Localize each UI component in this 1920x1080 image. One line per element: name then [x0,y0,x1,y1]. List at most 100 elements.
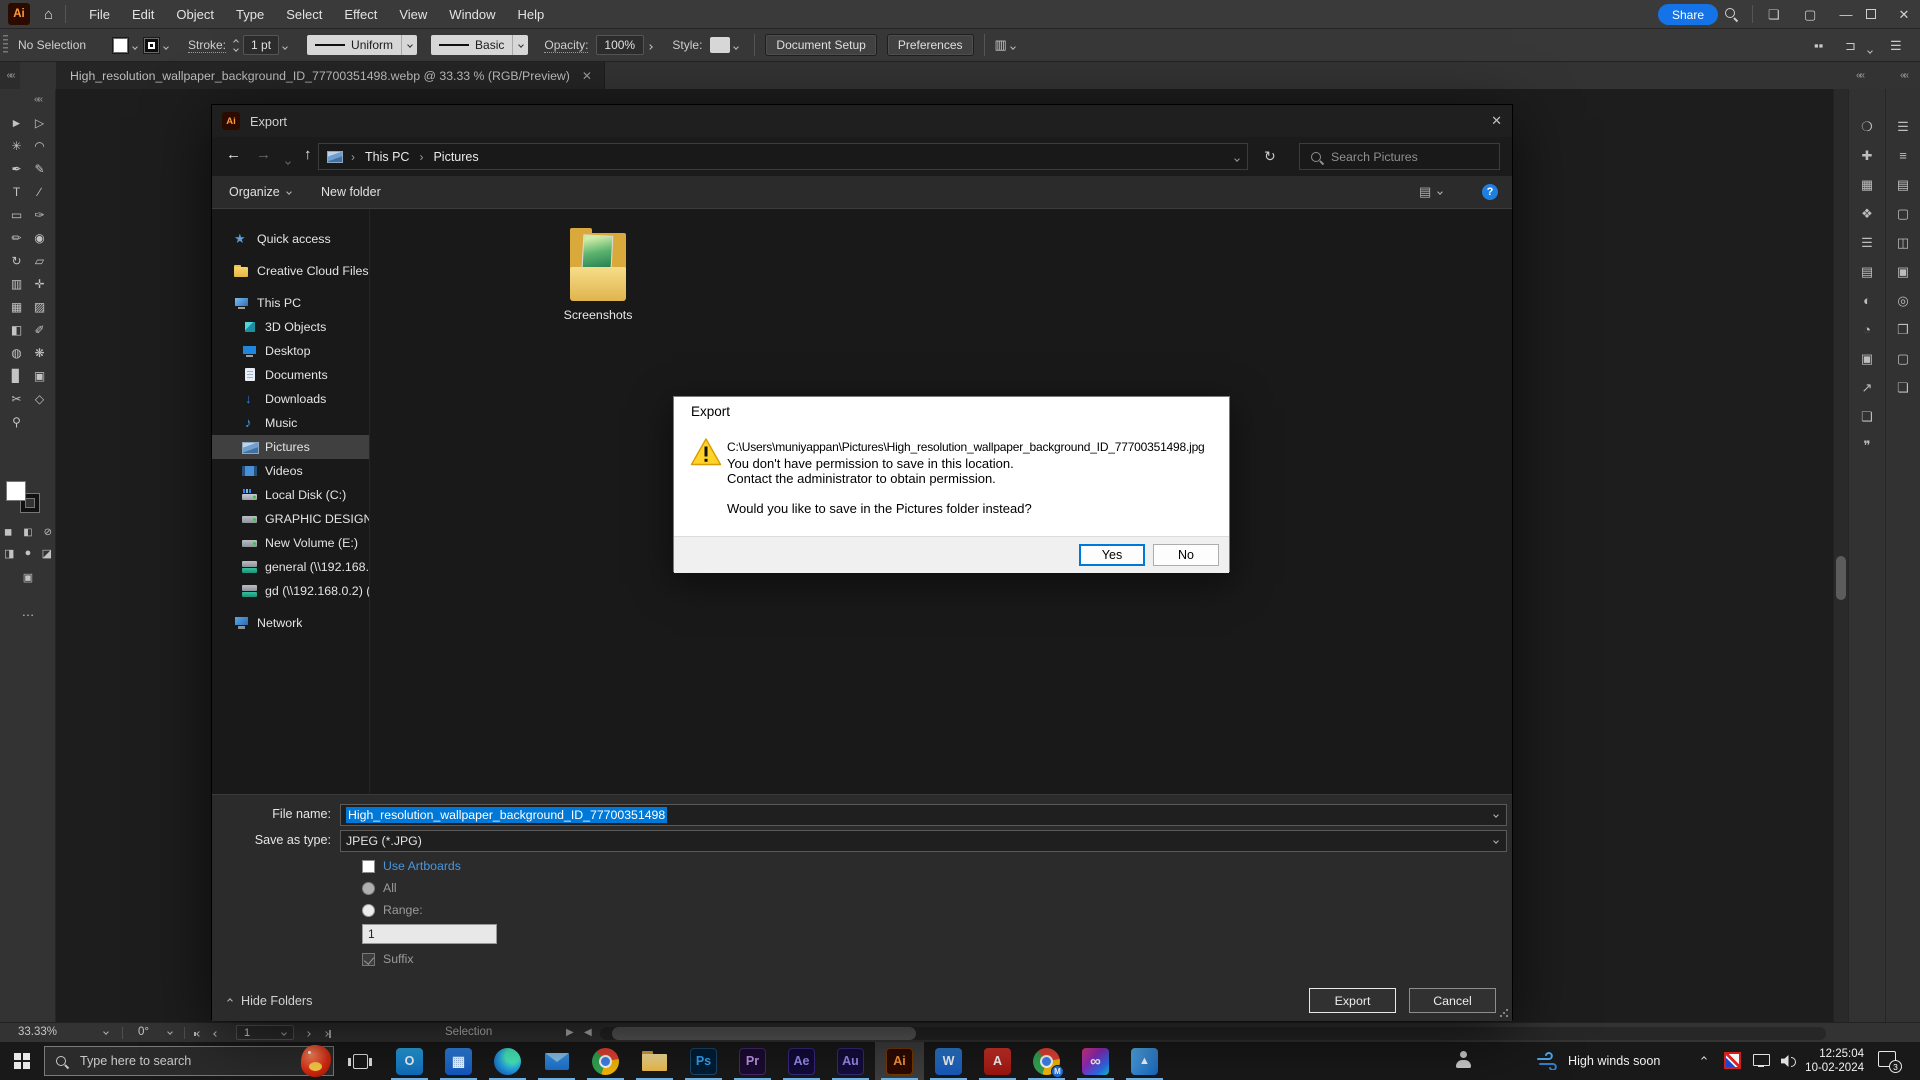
scrollbar-thumb[interactable] [612,1027,916,1040]
collapse-tabs-icon[interactable]: «« [0,62,20,89]
taskbar-word[interactable]: W [924,1042,973,1080]
resize-grip[interactable] [1499,1008,1509,1018]
taskbar-gmail[interactable]: M [1022,1042,1071,1080]
start-button[interactable] [0,1042,44,1080]
sidebar-item[interactable]: Documents [212,363,369,387]
menu-item[interactable]: Type [225,0,275,29]
taskbar-illustrator[interactable]: Ai [875,1042,924,1080]
search-box[interactable]: Search Pictures [1299,143,1500,170]
no-button[interactable]: No [1153,544,1219,566]
all-option[interactable]: All [362,881,397,895]
opacity-label[interactable]: Opacity: [544,38,588,53]
menu-item[interactable]: File [78,0,121,29]
tool-spacer[interactable] [28,410,51,433]
draw-inside-icon[interactable]: ◪ [42,547,52,560]
chevron-down-icon[interactable] [1011,38,1015,52]
collapse-tools-icon[interactable]: «« [34,94,41,105]
magic-wand-tool[interactable]: ✳ [5,134,28,157]
selection-tool[interactable]: ► [5,111,28,134]
rectangle-tool[interactable]: ▭ [5,203,28,226]
zoom-tool[interactable]: ⚲ [5,410,28,433]
style-swatch[interactable] [710,37,730,53]
export-button[interactable]: Export [1309,988,1396,1013]
chevron-down-icon[interactable] [167,1029,173,1035]
type-tool[interactable]: T [5,180,28,203]
mesh-tool[interactable]: ▨ [28,295,51,318]
taskbar-outlook[interactable]: O [385,1042,434,1080]
collapse-panel-icon[interactable]: «« [1856,70,1863,81]
save-as-type-select[interactable]: JPEG (*.JPG) [340,830,1507,852]
hamburger-menu-icon[interactable]: ☰ [1890,38,1902,54]
stroke-weight-value[interactable]: 1 pt [243,35,279,55]
close-button[interactable]: ✕ [1892,7,1916,23]
network-tray-icon[interactable] [1752,1052,1770,1070]
use-artboards-checkbox[interactable] [362,860,375,873]
column-graph-tool[interactable]: ▊ [5,364,28,387]
breadcrumb-pictures[interactable]: Pictures [431,150,480,164]
export-panel-icon[interactable]: ↗ [1862,380,1873,396]
draw-behind-icon[interactable]: ● [25,547,32,560]
draw-normal-icon[interactable]: ◨ [4,547,14,560]
chevron-down-icon[interactable] [512,35,528,55]
menu-item[interactable]: View [388,0,438,29]
dialog-title-bar[interactable]: Ai Export ✕ [212,105,1512,137]
recent-locations-icon[interactable] [286,151,290,168]
menu-item[interactable]: Help [507,0,556,29]
sidebar-item[interactable]: GRAPHIC DESIGNER [212,507,369,531]
sidebar-item[interactable]: Videos [212,459,369,483]
width-profile-dropdown[interactable]: Uniform [307,35,401,55]
libraries-panel-icon[interactable]: ❍ [1861,119,1873,135]
slice-tool[interactable]: ✂ [5,387,28,410]
taskbar-photoshop[interactable]: Ps [679,1042,728,1080]
menu-item[interactable]: Edit [121,0,165,29]
vertical-scrollbar[interactable] [1833,89,1848,1022]
previous-artboard-icon[interactable] [214,1028,218,1038]
layers-panel-icon[interactable]: ▤ [1861,264,1873,280]
taskbar-edge[interactable] [483,1042,532,1080]
task-view-button[interactable] [336,1042,385,1080]
view-mode-button[interactable]: ▤ [1419,176,1442,208]
refresh-icon[interactable]: ↻ [1264,148,1276,164]
share-button[interactable]: Share [1658,4,1718,25]
weather-widget[interactable]: High winds soon [1536,1042,1660,1080]
panel-menu-icon-3[interactable]: ▤ [1897,177,1909,193]
eyedropper-tool[interactable]: ✐ [28,318,51,341]
suffix-checkbox[interactable] [362,953,375,966]
document-tab[interactable]: High_resolution_wallpaper_background_ID_… [56,62,605,89]
gradient-panel-icon[interactable]: ◐ [1863,293,1871,309]
arrange-documents-icon[interactable]: ❏ [1768,7,1780,23]
panel-box-icon-4[interactable]: ◎ [1897,293,1908,309]
align-options-icon[interactable]: ▥ [995,37,1007,53]
transparency-panel-icon[interactable]: ◔ [1863,322,1871,338]
pencil-tool[interactable]: ✏ [5,226,28,249]
scroll-right-icon[interactable]: ▶ [566,1027,574,1038]
chevron-right-icon[interactable] [648,38,652,52]
scroll-left-icon[interactable]: ◀ [584,1027,592,1038]
panel-dock-icon[interactable]: ⊐ [1845,38,1856,54]
taskbar-acrobat[interactable]: A [973,1042,1022,1080]
sidebar-item[interactable]: Local Disk (C:) [212,483,369,507]
sidebar-item[interactable]: Downloads [212,387,369,411]
rotation-dropdown[interactable]: 0° [138,1026,149,1038]
width-tool[interactable]: ▥ [5,272,28,295]
folder-item[interactable]: Screenshots [553,225,643,322]
taskbar-premiere[interactable]: Pr [728,1042,777,1080]
sidebar-item[interactable]: gd (\\192.168.0.2) (Z [212,579,369,603]
artboard-number-field[interactable]: 1 [236,1025,294,1040]
blend-tool[interactable]: ◍ [5,341,28,364]
sidebar-item[interactable]: Creative Cloud Files R [212,259,369,283]
fill-stroke-swatches[interactable] [7,482,47,520]
taskbar-clock[interactable]: 12:25:04 10-02-2024 [1800,1047,1864,1075]
chevron-down-icon[interactable] [283,38,287,52]
chevron-down-icon[interactable] [1493,812,1499,818]
swatches-panel-icon[interactable]: ▦ [1861,177,1873,193]
gradient-fill-icon[interactable]: ◧ [23,527,32,538]
taskbar-audition[interactable]: Au [826,1042,875,1080]
sidebar-item[interactable]: Desktop [212,339,369,363]
artboards-panel-icon[interactable]: ▣ [1861,351,1873,367]
chevron-down-icon[interactable] [1868,42,1872,56]
menu-item[interactable]: Window [438,0,506,29]
sidebar-item[interactable]: 3D Objects [212,315,369,339]
panel-menu-icon-1[interactable]: ☰ [1897,119,1909,135]
menu-item[interactable]: Select [275,0,333,29]
